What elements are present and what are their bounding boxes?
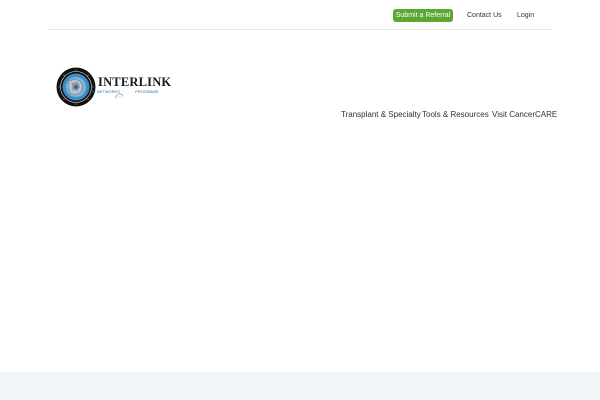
nav-visit-cancercare[interactable]: Visit CancerCARE: [492, 109, 557, 121]
nav-transplant-specialty[interactable]: Transplant & Specialty: [341, 109, 421, 121]
submit-referral-button[interactable]: Submit a Referral: [393, 9, 453, 22]
page: Submit a Referral Contact Us Login INTER…: [0, 0, 600, 400]
logo-tagline: COE NETWORKS PROGRAMS: [87, 89, 175, 95]
logo-swoosh-icon: [114, 93, 124, 100]
site-logo[interactable]: INTERLINK COE NETWORKS PROGRAMS: [56, 67, 180, 109]
logo-wordmark: INTERLINK: [98, 75, 172, 89]
login-link[interactable]: Login: [517, 9, 534, 22]
utility-bar: Submit a Referral Contact Us Login: [0, 0, 600, 30]
contact-us-link[interactable]: Contact Us: [467, 9, 502, 22]
header-divider: [48, 29, 552, 30]
footer-band: [0, 372, 600, 400]
interlink-seal-icon: [56, 67, 96, 107]
logo-tagline-right: PROGRAMS: [135, 89, 159, 94]
nav-tools-resources[interactable]: Tools & Resources: [422, 109, 489, 121]
